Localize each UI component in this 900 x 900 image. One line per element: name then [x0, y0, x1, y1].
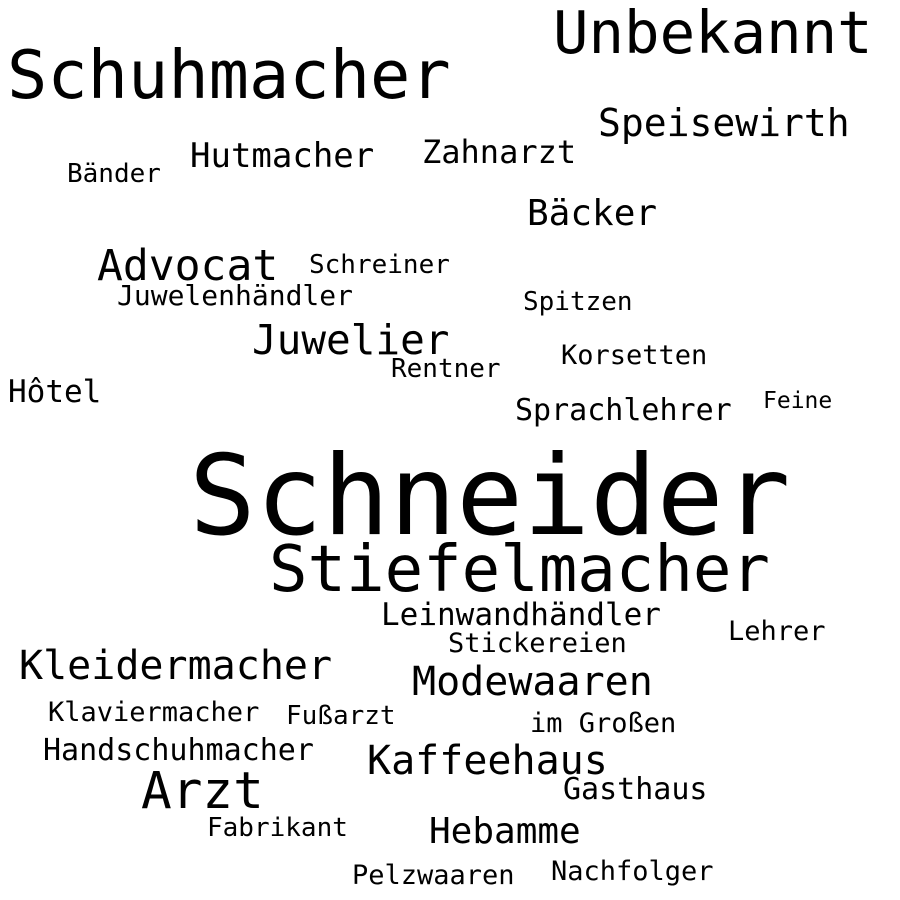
word-hebamme: Hebamme — [429, 811, 581, 852]
word-spitzen: Spitzen — [523, 287, 633, 317]
word-schreiner: Schreiner — [309, 250, 450, 280]
word-modewaaren: Modewaaren — [412, 659, 653, 705]
word-juwelenhaendler: Juwelenhändler — [117, 279, 354, 312]
word-leinwandhaendler: Leinwandhändler — [381, 597, 661, 633]
word-handschuhmacher: Handschuhmacher — [43, 733, 314, 768]
word-fabrikant: Fabrikant — [207, 813, 348, 843]
word-korsetten: Korsetten — [561, 340, 708, 371]
word-feine: Feine — [763, 388, 833, 414]
word-lehrer: Lehrer — [728, 616, 826, 647]
word-im-grossen: im Großen — [530, 708, 677, 739]
word-unbekannt: Unbekannt — [553, 0, 873, 67]
word-hutmacher: Hutmacher — [190, 136, 375, 176]
word-baecker: Bäcker — [527, 193, 658, 234]
word-stickereien: Stickereien — [448, 628, 627, 659]
word-kleidermacher: Kleidermacher — [19, 643, 333, 689]
word-cloud: Schneider Stiefelmacher Schuhmacher Unbe… — [0, 0, 900, 900]
word-nachfolger: Nachfolger — [551, 856, 714, 887]
word-fussarzt: Fußarzt — [286, 701, 396, 731]
word-klaviermacher: Klaviermacher — [48, 697, 260, 728]
word-baender: Bänder — [67, 159, 161, 189]
word-stiefelmacher: Stiefelmacher — [269, 533, 770, 607]
word-hotel: Hôtel — [8, 374, 102, 410]
word-gasthaus: Gasthaus — [563, 772, 708, 807]
word-sprachlehrer: Sprachlehrer — [515, 393, 732, 428]
word-zahnarzt: Zahnarzt — [422, 133, 577, 171]
word-schuhmacher: Schuhmacher — [7, 36, 451, 114]
word-rentner: Rentner — [391, 354, 501, 384]
word-arzt: Arzt — [141, 762, 264, 821]
word-pelzwaaren: Pelzwaaren — [352, 860, 515, 891]
word-speisewirth: Speisewirth — [598, 101, 850, 145]
